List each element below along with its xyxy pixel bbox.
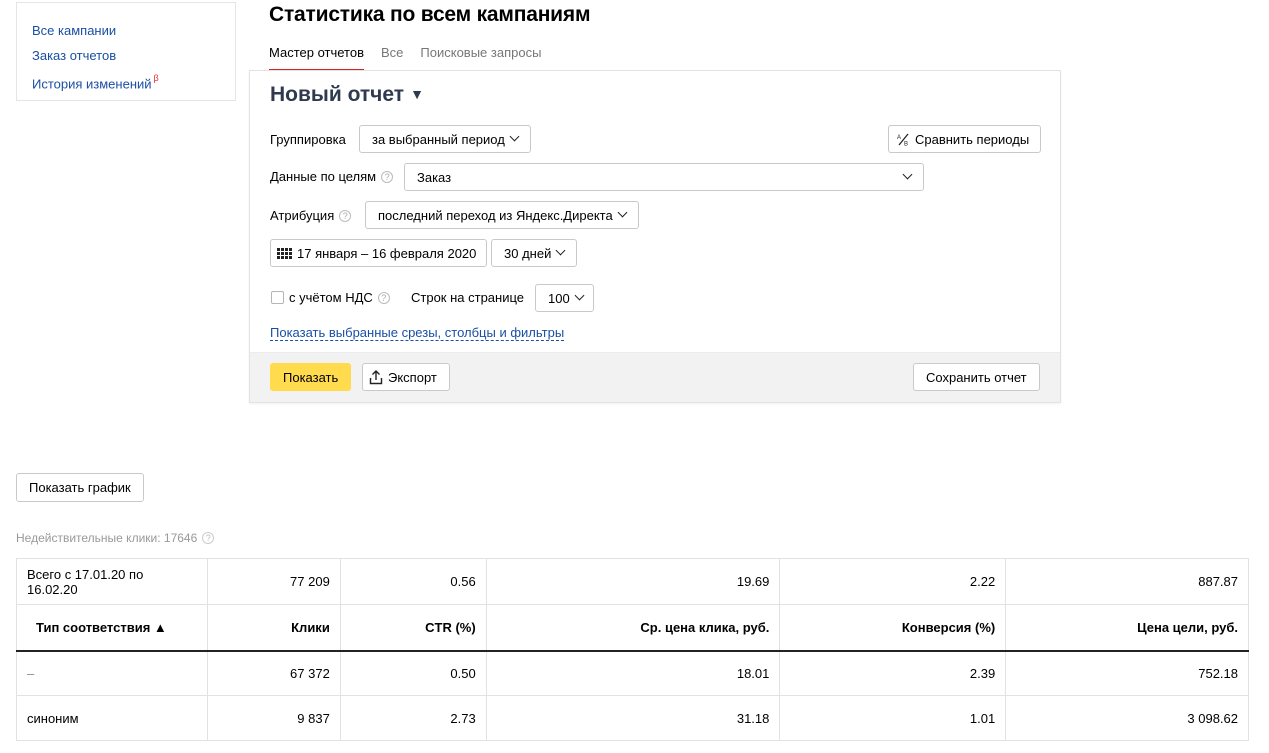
match-type-cell: синоним xyxy=(16,695,208,741)
attribution-select[interactable]: последний переход из Яндекс.Директа xyxy=(365,201,639,229)
clicks-cell: 67 372 xyxy=(206,650,341,696)
avg-cpc-cell: 31.18 xyxy=(485,695,781,741)
invalid-clicks-text: Недействительные клики: 17646 xyxy=(16,531,198,545)
period-select[interactable]: 30 дней xyxy=(491,239,578,267)
tab-bar: Мастер отчетов Все Поисковые запросы xyxy=(269,45,541,71)
goal-cost-cell: 3 098.62 xyxy=(1005,695,1249,741)
goal-cost-cell: 752.18 xyxy=(1005,650,1249,696)
vat-label: с учётом НДС? xyxy=(289,290,390,305)
chevron-down-icon xyxy=(555,245,566,255)
chevron-down-icon xyxy=(902,169,913,179)
column-clicks[interactable]: Клики xyxy=(206,604,341,652)
rows-per-page-label: Строк на странице xyxy=(411,290,525,305)
compare-periods-button[interactable]: A B Сравнить периоды xyxy=(888,125,1042,153)
svg-text:A: A xyxy=(897,135,901,141)
total-period: Всего с 17.01.20 по 16.02.20 xyxy=(16,558,208,605)
date-range-value: 17 января – 16 февраля 2020 xyxy=(297,245,477,261)
help-icon[interactable]: ? xyxy=(377,292,390,304)
report-name-dropdown[interactable]: Новый отчет ▼ xyxy=(270,83,424,107)
total-avg-cpc: 19.69 xyxy=(485,558,781,605)
sidebar: Все кампании Заказ отчетов История измен… xyxy=(16,2,236,101)
triangle-down-icon: ▼ xyxy=(410,86,424,102)
rows-per-page-select[interactable]: 100 xyxy=(535,284,594,312)
help-icon[interactable]: ? xyxy=(339,210,352,222)
export-icon xyxy=(369,369,383,384)
export-button[interactable]: Экспорт xyxy=(362,363,450,391)
table-header-row: Тип соответствия ▲ Клики CTR (%) Ср. цен… xyxy=(16,604,1249,652)
goals-label: Данные по целям? xyxy=(270,169,394,184)
goals-select[interactable]: Заказ xyxy=(404,163,924,191)
table-row: – 67 372 0.50 18.01 2.39 752.18 xyxy=(16,650,1249,696)
report-name: Новый отчет xyxy=(270,83,405,106)
column-conversion[interactable]: Конверсия (%) xyxy=(779,604,1007,652)
rows-per-page-value: 100 xyxy=(548,290,570,306)
goals-value: Заказ xyxy=(417,169,452,185)
sidebar-item-all-campaigns[interactable]: Все кампании xyxy=(32,18,220,43)
column-avg-cpc[interactable]: Ср. цена клика, руб. xyxy=(485,604,781,652)
total-ctr: 0.56 xyxy=(339,558,487,605)
tab-report-wizard[interactable]: Мастер отчетов xyxy=(269,45,364,71)
show-button[interactable]: Показать xyxy=(270,363,352,391)
chevron-down-icon xyxy=(509,131,520,141)
invalid-clicks-info: Недействительные клики: 17646? xyxy=(16,531,215,545)
table-total-row: Всего с 17.01.20 по 16.02.20 77 209 0.56… xyxy=(16,558,1249,605)
total-conversion: 2.22 xyxy=(779,558,1007,605)
date-range-picker[interactable]: 17 января – 16 февраля 2020 xyxy=(270,239,488,267)
export-label: Экспорт xyxy=(388,369,437,385)
attribution-value: последний переход из Яндекс.Директа xyxy=(378,207,613,223)
column-goal-cost[interactable]: Цена цели, руб. xyxy=(1005,604,1249,652)
svg-text:B: B xyxy=(904,141,908,146)
show-chart-button[interactable]: Показать график xyxy=(16,473,144,502)
stats-table: Всего с 17.01.20 по 16.02.20 77 209 0.56… xyxy=(16,558,1249,741)
compare-icon: A B xyxy=(897,133,909,146)
grouping-label: Группировка xyxy=(270,132,346,147)
help-icon[interactable]: ? xyxy=(202,532,215,544)
grouping-value: за выбранный период xyxy=(372,131,505,147)
help-icon[interactable]: ? xyxy=(381,171,394,183)
match-type-cell: – xyxy=(16,650,208,696)
report-actions-bar: Показать Экспорт Сохранить отчет xyxy=(250,352,1060,402)
conversion-cell: 1.01 xyxy=(779,695,1007,741)
sidebar-item-change-history[interactable]: История изменений β xyxy=(32,68,220,96)
sidebar-item-label: История изменений xyxy=(32,76,152,92)
chevron-down-icon xyxy=(617,207,628,217)
chevron-down-icon xyxy=(574,290,585,300)
column-ctr[interactable]: CTR (%) xyxy=(339,604,487,652)
compare-periods-label: Сравнить периоды xyxy=(915,131,1030,147)
column-match-type[interactable]: Тип соответствия ▲ xyxy=(16,604,208,652)
save-report-button[interactable]: Сохранить отчет xyxy=(913,363,1040,391)
total-clicks: 77 209 xyxy=(206,558,341,605)
period-value: 30 дней xyxy=(504,245,552,261)
grouping-select[interactable]: за выбранный период xyxy=(359,125,531,153)
calendar-icon xyxy=(277,247,292,259)
beta-badge: β xyxy=(153,73,159,83)
ctr-cell: 0.50 xyxy=(339,650,487,696)
goals-label-text: Данные по целям xyxy=(270,169,377,184)
vat-checkbox[interactable] xyxy=(271,291,284,304)
page-title: Статистика по всем кампаниям xyxy=(269,3,591,26)
attribution-label: Атрибуция? xyxy=(270,208,352,223)
conversion-cell: 2.39 xyxy=(779,650,1007,696)
vat-label-text: с учётом НДС xyxy=(289,290,373,305)
ctr-cell: 2.73 xyxy=(339,695,487,741)
tab-all[interactable]: Все xyxy=(381,45,403,71)
show-slices-link[interactable]: Показать выбранные срезы, столбцы и филь… xyxy=(270,325,565,341)
avg-cpc-cell: 18.01 xyxy=(485,650,781,696)
attribution-label-text: Атрибуция xyxy=(270,208,335,223)
table-row: синоним 9 837 2.73 31.18 1.01 3 098.62 xyxy=(16,695,1249,741)
total-goal-cost: 887.87 xyxy=(1005,558,1249,605)
report-settings-card: Новый отчет ▼ Группировка за выбранный пе… xyxy=(249,70,1061,403)
clicks-cell: 9 837 xyxy=(206,695,341,741)
sidebar-item-report-orders[interactable]: Заказ отчетов xyxy=(32,43,220,68)
tab-search-queries[interactable]: Поисковые запросы xyxy=(420,45,541,71)
